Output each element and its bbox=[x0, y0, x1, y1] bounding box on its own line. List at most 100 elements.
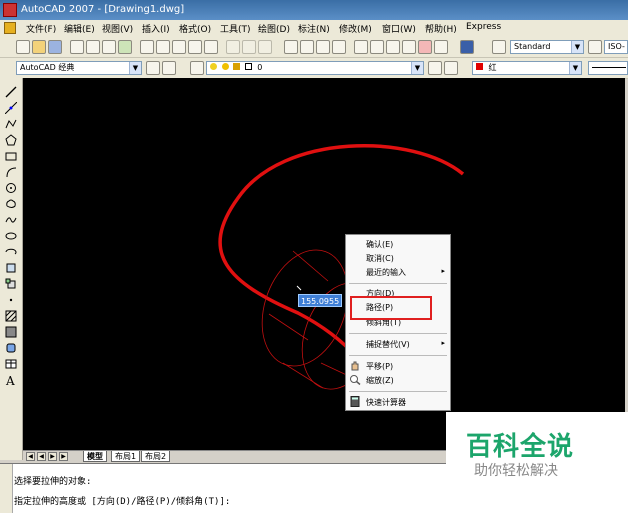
calculator-icon bbox=[350, 396, 360, 407]
match-properties-icon[interactable] bbox=[188, 40, 202, 54]
sheet-set-icon[interactable] bbox=[402, 40, 416, 54]
redo-icon[interactable] bbox=[258, 40, 272, 54]
linetype-select[interactable] bbox=[588, 61, 628, 75]
undo-icon[interactable] bbox=[226, 40, 240, 54]
calculator-icon[interactable] bbox=[434, 40, 448, 54]
rectangle-icon[interactable] bbox=[5, 150, 17, 162]
construction-line-icon[interactable] bbox=[5, 102, 17, 114]
window-title: AutoCAD 2007 - [Drawing1.dwg] bbox=[21, 4, 185, 15]
multiline-text-icon[interactable]: A bbox=[6, 374, 15, 388]
submenu-arrow-icon: ▸ bbox=[441, 339, 445, 347]
drawing-canvas[interactable] bbox=[23, 78, 625, 450]
first-tab-icon[interactable]: ◀ bbox=[26, 452, 35, 461]
paste-icon[interactable] bbox=[172, 40, 186, 54]
workspace-settings-icon[interactable] bbox=[146, 61, 160, 75]
menu-item-zoom[interactable]: 缩放(Z) bbox=[366, 375, 394, 386]
menu-item-pan[interactable]: 平移(P) bbox=[366, 361, 393, 372]
block-editor-icon[interactable] bbox=[204, 40, 218, 54]
menu-draw[interactable]: 绘图(D) bbox=[258, 22, 290, 35]
tab-layout2[interactable]: 布局2 bbox=[141, 451, 171, 462]
layer-color-swatch bbox=[244, 63, 252, 70]
help-icon[interactable] bbox=[460, 40, 474, 54]
publish-icon[interactable] bbox=[102, 40, 116, 54]
menu-edit[interactable]: 编辑(E) bbox=[64, 22, 95, 35]
tool-palettes-icon[interactable] bbox=[386, 40, 400, 54]
dynamic-input-field[interactable]: 155.0955 bbox=[298, 294, 342, 307]
layers-toolbar: AutoCAD 经典 ▼ 0 ▼ 红 ▼ bbox=[0, 58, 628, 79]
menu-item-confirm[interactable]: 确认(E) bbox=[366, 239, 393, 250]
gradient-icon[interactable] bbox=[5, 326, 17, 338]
circle-icon[interactable] bbox=[5, 182, 17, 194]
print-icon[interactable] bbox=[70, 40, 84, 54]
menu-express[interactable]: Express bbox=[466, 22, 501, 32]
polygon-icon[interactable] bbox=[5, 134, 17, 146]
prev-tab-icon[interactable]: ◀ bbox=[37, 452, 46, 461]
save-workspace-icon[interactable] bbox=[162, 61, 176, 75]
red-swatch bbox=[476, 63, 483, 70]
make-layer-current-icon[interactable] bbox=[428, 61, 442, 75]
zoom-realtime-icon[interactable] bbox=[300, 40, 314, 54]
menu-insert[interactable]: 插入(I) bbox=[142, 22, 170, 35]
arc-icon[interactable] bbox=[5, 166, 17, 178]
3d-dwf-icon[interactable] bbox=[118, 40, 132, 54]
autocad-app-icon[interactable] bbox=[3, 3, 17, 17]
copy-icon[interactable] bbox=[156, 40, 170, 54]
text-style-icon[interactable] bbox=[492, 40, 506, 54]
zoom-previous-icon[interactable] bbox=[332, 40, 346, 54]
command-line-grip[interactable] bbox=[0, 464, 13, 513]
watermark-logo: 百科全说 助你轻松解决 bbox=[446, 412, 628, 486]
menu-view[interactable]: 视图(V) bbox=[102, 22, 133, 35]
menu-tools[interactable]: 工具(T) bbox=[220, 22, 251, 35]
tab-layout1[interactable]: 布局1 bbox=[111, 451, 141, 462]
tab-model[interactable]: 模型 bbox=[83, 451, 107, 462]
menu-item-quick-calc[interactable]: 快速计算器 bbox=[366, 397, 406, 408]
hatch-icon[interactable] bbox=[5, 310, 17, 322]
workspace-select[interactable]: AutoCAD 经典 ▼ bbox=[16, 61, 142, 75]
properties-icon[interactable] bbox=[354, 40, 368, 54]
text-style-select[interactable]: Standard ▼ bbox=[510, 40, 584, 54]
pan-icon[interactable] bbox=[284, 40, 298, 54]
layer-manager-icon[interactable] bbox=[190, 61, 204, 75]
design-center-icon[interactable] bbox=[370, 40, 384, 54]
document-icon[interactable] bbox=[4, 22, 16, 34]
menu-item-cancel[interactable]: 取消(C) bbox=[366, 253, 394, 264]
dim-style-icon[interactable] bbox=[588, 40, 602, 54]
dim-style-select[interactable]: ISO- bbox=[604, 40, 628, 54]
layer-select[interactable]: 0 ▼ bbox=[206, 61, 424, 75]
menu-modify[interactable]: 修改(M) bbox=[339, 22, 372, 35]
markup-icon[interactable] bbox=[418, 40, 432, 54]
crosshair-cursor bbox=[296, 285, 302, 291]
undo-dropdown-icon[interactable] bbox=[242, 40, 256, 54]
text-style-value: Standard bbox=[514, 42, 551, 51]
region-icon[interactable] bbox=[5, 342, 17, 354]
menu-format[interactable]: 格式(O) bbox=[179, 22, 211, 35]
menu-dimension[interactable]: 标注(N) bbox=[298, 22, 330, 35]
menu-window[interactable]: 窗口(W) bbox=[382, 22, 416, 35]
save-icon[interactable] bbox=[48, 40, 62, 54]
last-tab-icon[interactable]: ▶ bbox=[59, 452, 68, 461]
revision-cloud-icon[interactable] bbox=[5, 198, 17, 210]
ellipse-arc-icon[interactable] bbox=[5, 246, 17, 258]
plot-preview-icon[interactable] bbox=[86, 40, 100, 54]
next-tab-icon[interactable]: ▶ bbox=[48, 452, 57, 461]
menu-separator bbox=[349, 283, 447, 284]
insert-block-icon[interactable] bbox=[5, 262, 17, 274]
menu-item-snap-override[interactable]: 捕捉替代(V) bbox=[366, 339, 410, 350]
menu-item-recent-input[interactable]: 最近的输入 bbox=[366, 267, 406, 278]
cut-icon[interactable] bbox=[140, 40, 154, 54]
open-icon[interactable] bbox=[32, 40, 46, 54]
table-icon[interactable] bbox=[5, 358, 17, 370]
polyline-icon[interactable] bbox=[5, 118, 17, 130]
menu-file[interactable]: 文件(F) bbox=[26, 22, 56, 35]
color-select[interactable]: 红 ▼ bbox=[472, 61, 582, 75]
menu-help[interactable]: 帮助(H) bbox=[425, 22, 457, 35]
make-block-icon[interactable] bbox=[5, 278, 17, 290]
zoom-window-icon[interactable] bbox=[316, 40, 330, 54]
ellipse-icon[interactable] bbox=[5, 230, 17, 242]
spline-icon[interactable] bbox=[5, 214, 17, 226]
new-icon[interactable] bbox=[16, 40, 30, 54]
point-icon[interactable] bbox=[5, 294, 17, 306]
layer-previous-icon[interactable] bbox=[444, 61, 458, 75]
line-icon[interactable] bbox=[5, 86, 17, 98]
chevron-down-icon: ▼ bbox=[571, 41, 583, 53]
